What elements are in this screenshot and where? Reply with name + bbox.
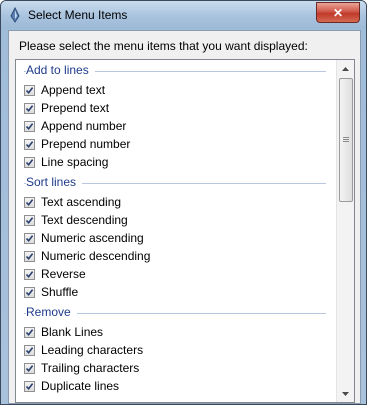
checkmark-icon (25, 289, 34, 297)
menu-item-reverse[interactable]: Reverse (16, 266, 336, 284)
checkmark-icon (25, 329, 34, 337)
menu-item-trailing-characters[interactable]: Trailing characters (16, 360, 336, 378)
checkmark-icon (25, 253, 34, 261)
checkbox[interactable] (24, 121, 35, 132)
menu-item-label: Trailing characters (41, 361, 140, 375)
group-title: Remove (26, 305, 77, 319)
scroll-thumb[interactable] (339, 78, 353, 202)
checkbox[interactable] (24, 139, 35, 150)
checkmark-icon (25, 123, 34, 131)
dialog-client-area: Please select the menu items that you wa… (8, 30, 361, 404)
menu-item-label: Append number (41, 119, 127, 133)
checkbox[interactable] (24, 269, 35, 280)
menu-item-text-ascending[interactable]: Text ascending (16, 194, 336, 212)
group-header-sort-lines: Sort lines (16, 172, 336, 194)
menu-item-label: Numeric ascending (41, 231, 144, 245)
close-icon: ✕ (332, 5, 344, 20)
checkmark-icon (25, 217, 34, 225)
app-icon (10, 7, 20, 23)
menu-item-prepend-text[interactable]: Prepend text (16, 100, 336, 118)
menu-items-list[interactable]: Add to lines Append text Prepend text Appen… (15, 59, 355, 403)
menu-item-label: Append text (41, 83, 106, 97)
menu-item-label: Shuffle (41, 285, 79, 299)
group-title: Add to lines (26, 63, 95, 77)
menu-item-label: Prepend number (41, 137, 131, 151)
group-title: Sort lines (26, 175, 83, 189)
checkbox[interactable] (24, 85, 35, 96)
close-button[interactable]: ✕ (316, 2, 360, 23)
checkbox[interactable] (24, 381, 35, 392)
checkbox[interactable] (24, 363, 35, 374)
group-header-remove: Remove (16, 302, 336, 324)
menu-item-numeric-descending[interactable]: Numeric descending (16, 248, 336, 266)
scroll-up-icon[interactable] (337, 60, 354, 77)
checkbox[interactable] (24, 327, 35, 338)
menu-item-leading-characters[interactable]: Leading characters (16, 342, 336, 360)
checkmark-icon (25, 141, 34, 149)
menu-item-numeric-ascending[interactable]: Numeric ascending (16, 230, 336, 248)
menu-item-label: Leading characters (41, 343, 144, 357)
group-header-add-to-lines: Add to lines (16, 60, 336, 82)
checkmark-icon (25, 383, 34, 391)
checkmark-icon (25, 347, 34, 355)
checkmark-icon (25, 365, 34, 373)
menu-item-label: Line spacing (41, 155, 109, 169)
menu-item-line-spacing[interactable]: Line spacing (16, 154, 336, 172)
checkbox[interactable] (24, 233, 35, 244)
menu-item-label: Prepend text (41, 101, 110, 115)
window-title: Select Menu Items (28, 8, 128, 22)
menu-item-label: Numeric descending (41, 249, 151, 263)
menu-item-blank-lines[interactable]: Blank Lines (16, 324, 336, 342)
menu-item-label: Text ascending (41, 195, 122, 209)
checkmark-icon (25, 105, 34, 113)
menu-item-prepend-number[interactable]: Prepend number (16, 136, 336, 154)
checkmark-icon (25, 87, 34, 95)
menu-item-label: Reverse (41, 267, 86, 281)
scroll-down-icon[interactable] (337, 385, 354, 402)
checkmark-icon (25, 235, 34, 243)
menu-item-label: Blank Lines (41, 325, 104, 339)
menu-item-duplicate-lines[interactable]: Duplicate lines (16, 378, 336, 396)
menu-item-shuffle[interactable]: Shuffle (16, 284, 336, 302)
checkbox[interactable] (24, 103, 35, 114)
checkbox[interactable] (24, 157, 35, 168)
menu-item-append-number[interactable]: Append number (16, 118, 336, 136)
checkbox[interactable] (24, 215, 35, 226)
menu-item-append-text[interactable]: Append text (16, 82, 336, 100)
menu-item-label: Duplicate lines (41, 379, 120, 393)
dialog-window: Select Menu Items ✕ Please select the me… (0, 0, 367, 405)
checkbox[interactable] (24, 287, 35, 298)
vertical-scrollbar[interactable] (336, 60, 354, 402)
title-bar[interactable]: Select Menu Items ✕ (1, 1, 366, 29)
menu-item-label: Text descending (41, 213, 128, 227)
instruction-text: Please select the menu items that you wa… (19, 39, 308, 53)
checkbox[interactable] (24, 197, 35, 208)
checkmark-icon (25, 159, 34, 167)
checkbox[interactable] (24, 345, 35, 356)
menu-item-text-descending[interactable]: Text descending (16, 212, 336, 230)
checkmark-icon (25, 271, 34, 279)
menu-items-list-content: Add to lines Append text Prepend text Appen… (16, 60, 336, 396)
checkmark-icon (25, 199, 34, 207)
checkbox[interactable] (24, 251, 35, 262)
